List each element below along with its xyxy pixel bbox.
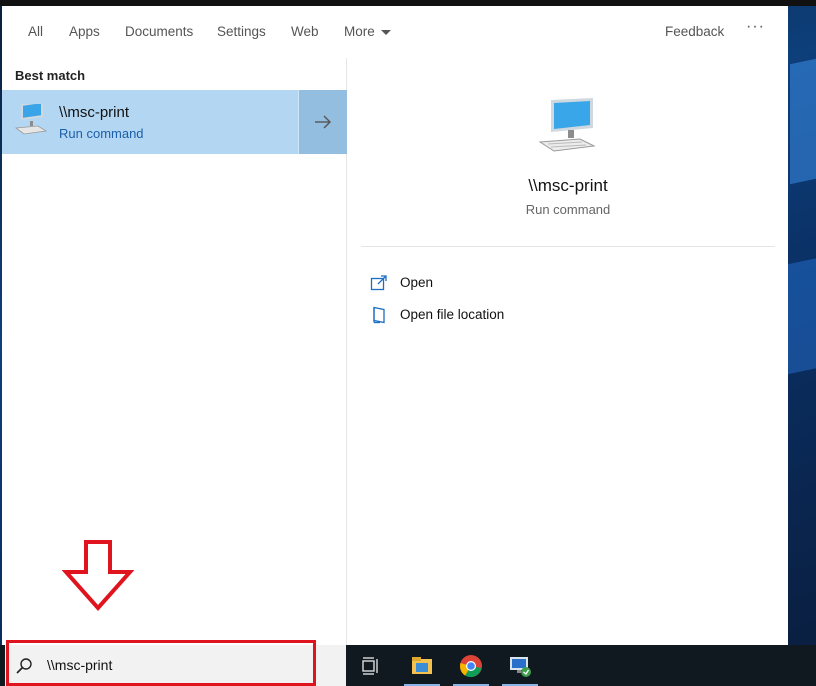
more-options-icon[interactable]: ··· — [746, 18, 765, 36]
taskbar: \\msc-print — [0, 645, 816, 686]
arrow-right-icon — [315, 115, 331, 129]
best-match-result[interactable]: \\msc-print Run command — [2, 90, 347, 154]
detail-title: \\msc-print — [528, 176, 608, 195]
file-location-icon — [373, 306, 385, 324]
tab-all[interactable]: All — [28, 24, 43, 39]
result-details: \\msc-print Run command Open Open file l… — [348, 58, 788, 645]
open-action[interactable]: Open — [370, 272, 490, 294]
detail-divider — [361, 246, 775, 247]
search-icon — [16, 658, 32, 674]
wallpaper-light-beam — [790, 55, 816, 185]
search-panel: All Apps Documents Settings Web More Fee… — [2, 6, 788, 645]
remote-desktop-icon — [510, 657, 531, 677]
open-icon — [370, 275, 387, 291]
tab-documents[interactable]: Documents — [125, 24, 193, 39]
best-match-heading: Best match — [15, 68, 86, 83]
chrome-button[interactable] — [449, 645, 493, 686]
chrome-icon — [459, 655, 482, 678]
task-view-button[interactable] — [350, 645, 394, 686]
computer-icon — [14, 104, 48, 135]
tab-more[interactable]: More — [344, 24, 391, 39]
tab-more-label: More — [344, 24, 375, 39]
result-subtitle: Run command — [59, 126, 144, 141]
file-explorer-icon — [412, 657, 432, 674]
results-list: Best match \\msc-print Run command — [2, 58, 347, 645]
tab-web[interactable]: Web — [291, 24, 319, 39]
taskbar-search-box[interactable]: \\msc-print — [5, 645, 346, 686]
feedback-link[interactable]: Feedback — [665, 24, 724, 39]
wallpaper-light-beam — [788, 255, 816, 375]
open-file-location-action[interactable]: Open file location — [370, 304, 540, 326]
tab-apps[interactable]: Apps — [69, 24, 100, 39]
task-view-icon — [362, 657, 378, 675]
open-file-location-label: Open file location — [400, 307, 505, 322]
result-title: \\msc-print — [59, 104, 130, 121]
search-input[interactable]: \\msc-print — [47, 657, 112, 673]
search-filter-tabs: All Apps Documents Settings Web More Fee… — [2, 6, 788, 58]
computer-icon — [538, 98, 596, 152]
tab-settings[interactable]: Settings — [217, 24, 266, 39]
remote-desktop-button[interactable] — [498, 645, 542, 686]
chevron-down-icon — [380, 29, 391, 35]
file-explorer-button[interactable] — [400, 645, 444, 686]
expand-result-button[interactable] — [298, 90, 347, 154]
open-label: Open — [400, 275, 434, 290]
detail-subtitle: Run command — [525, 202, 611, 217]
